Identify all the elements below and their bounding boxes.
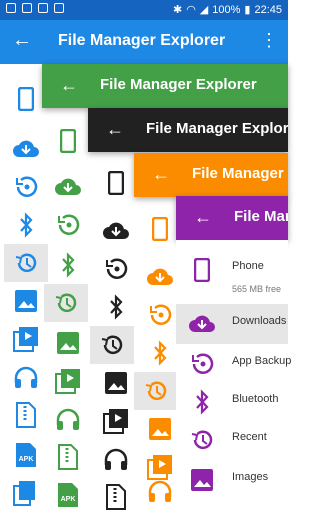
list-item-recent[interactable]: Recent <box>176 420 288 460</box>
phone-icon <box>188 256 216 284</box>
backup-icon[interactable] <box>4 168 48 206</box>
headphones-icon[interactable] <box>94 440 138 478</box>
more-options-icon[interactable]: ⋮ <box>260 30 278 51</box>
list-item-label: App Backup <box>232 355 292 367</box>
recent-icon <box>188 426 216 454</box>
list-item-label: Phone <box>232 260 264 272</box>
black-toolbar: ← File Manager Explorer <box>88 108 288 152</box>
list-item-phone[interactable]: Phone 565 MB free <box>176 250 288 300</box>
backup-icon <box>188 350 216 378</box>
headphones-icon[interactable] <box>4 358 48 396</box>
signal-icon: ◢ <box>199 4 209 16</box>
gallery-notification-icon <box>38 3 48 13</box>
video-icon[interactable] <box>4 320 48 358</box>
image-icon[interactable] <box>94 364 138 402</box>
back-arrow-icon[interactable]: ← <box>152 164 170 185</box>
apk-file-icon[interactable]: APK <box>46 476 90 514</box>
zip-file-icon[interactable] <box>94 478 138 516</box>
status-bar: ✱ ◠ ◢ 100% ▮ 22:45 <box>0 0 288 20</box>
main-toolbar: ← File Manager Explorer ⋮ <box>0 20 288 64</box>
back-arrow-icon[interactable]: ← <box>106 119 124 140</box>
image-notification-icon <box>22 3 32 13</box>
list-item-downloads[interactable]: Downloads <box>176 304 288 344</box>
settings-notification-icon <box>6 3 16 13</box>
image-icon[interactable] <box>46 324 90 362</box>
apk-label: APK <box>61 496 76 503</box>
bluetooth-icon <box>188 388 216 416</box>
orange-toolbar: ← File Manager <box>134 153 288 197</box>
black-toolbar-title: File Manager Explorer <box>146 120 288 137</box>
recent-icon[interactable] <box>44 284 88 322</box>
recent-icon[interactable] <box>134 372 178 410</box>
zip-file-icon[interactable] <box>4 396 48 434</box>
orange-toolbar-title: File Manager <box>192 165 284 182</box>
apk-file-icon[interactable]: APK <box>4 436 48 474</box>
purple-toolbar-title: File Manager <box>234 208 288 225</box>
list-item-label: Images <box>232 471 269 483</box>
download-cloud-icon[interactable] <box>4 130 48 168</box>
bluetooth-icon[interactable] <box>4 206 48 244</box>
clock: 22:45 <box>254 3 282 16</box>
phone-icon[interactable] <box>46 122 90 160</box>
list-item-label: Recent <box>232 431 267 443</box>
purple-toolbar: ← File Manager <box>176 196 288 240</box>
play-notification-icon <box>54 3 64 13</box>
green-toolbar-title: File Manager Explorer <box>100 76 257 93</box>
headphones-icon[interactable] <box>46 400 90 438</box>
back-arrow-icon[interactable]: ← <box>12 29 32 52</box>
storage-free: 565 MB free <box>232 284 282 294</box>
download-cloud-icon <box>188 310 216 338</box>
back-arrow-icon[interactable]: ← <box>60 75 78 96</box>
toolbar-title: File Manager Explorer <box>58 32 226 49</box>
backup-icon[interactable] <box>46 206 90 244</box>
list-item-label: Bluetooth <box>232 393 279 405</box>
wifi-icon: ◠ <box>186 4 196 16</box>
image-icon[interactable] <box>4 282 48 320</box>
download-cloud-icon[interactable] <box>46 168 90 206</box>
video-icon[interactable] <box>94 402 138 440</box>
bluetooth-icon[interactable] <box>94 288 138 326</box>
image-icon <box>188 466 216 494</box>
documents-icon[interactable] <box>4 474 48 512</box>
bluetooth-status-icon: ✱ <box>172 4 183 16</box>
backup-icon[interactable] <box>94 250 138 288</box>
recent-icon[interactable] <box>90 326 134 364</box>
video-icon[interactable] <box>46 362 90 400</box>
phone-icon[interactable] <box>94 164 138 202</box>
list-item-label: Downloads <box>232 315 287 327</box>
apk-label: APK <box>19 456 34 463</box>
list-item-bluetooth[interactable]: Bluetooth <box>176 382 288 422</box>
list-item-images[interactable]: Images <box>176 460 288 500</box>
bluetooth-icon[interactable] <box>46 246 90 284</box>
battery-icon: ▮ <box>244 4 251 16</box>
zip-file-icon[interactable] <box>46 438 90 476</box>
battery-level: 100% <box>212 3 241 16</box>
recent-icon[interactable] <box>4 244 48 282</box>
green-toolbar: ← File Manager Explorer <box>42 64 288 108</box>
download-cloud-icon[interactable] <box>94 212 138 250</box>
list-item-app-backup[interactable]: App Backup <box>176 344 292 384</box>
purple-file-list: Phone 565 MB free Downloads App Backup B… <box>176 240 292 512</box>
back-arrow-icon[interactable]: ← <box>194 207 212 228</box>
